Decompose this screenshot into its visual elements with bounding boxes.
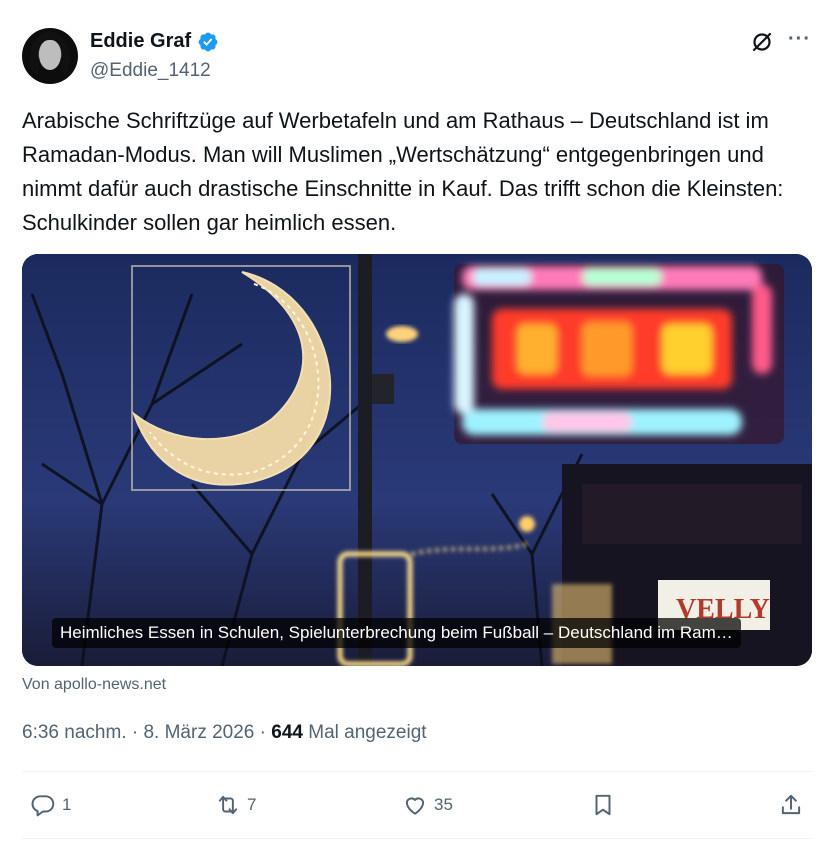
like-count: 35 bbox=[434, 795, 453, 814]
like-button[interactable]: 35 bbox=[402, 792, 453, 818]
repost-button[interactable]: 7 bbox=[215, 792, 256, 818]
author-handle[interactable]: @Eddie_1412 bbox=[90, 60, 211, 82]
author-name-row: Eddie Graf bbox=[90, 30, 219, 53]
tweet-meta: 6:36 nachm. · 8. März 2026 · 644 Mal ang… bbox=[22, 722, 427, 744]
meta-separator: · bbox=[259, 722, 266, 743]
action-bar: 1 7 35 bbox=[22, 792, 812, 824]
verified-badge-icon bbox=[198, 32, 218, 51]
divider bbox=[22, 838, 812, 839]
views-count: 644 bbox=[271, 722, 303, 743]
meta-separator: · bbox=[131, 722, 139, 743]
author-display-name[interactable]: Eddie Graf bbox=[90, 30, 191, 53]
repost-icon bbox=[218, 795, 238, 815]
bookmark-button[interactable] bbox=[590, 792, 616, 818]
tweet-time[interactable]: 6:36 nachm. bbox=[22, 722, 127, 743]
card-image: VELLY bbox=[22, 254, 812, 666]
tweet-date[interactable]: 8. März 2026 bbox=[143, 722, 254, 743]
heart-icon bbox=[405, 797, 425, 815]
avatar[interactable] bbox=[22, 28, 78, 84]
link-card[interactable]: VELLY Heimliches Essen in Schulen, Spiel… bbox=[22, 254, 812, 666]
card-source[interactable]: Von apollo-news.net bbox=[22, 676, 166, 694]
repost-count: 7 bbox=[247, 795, 257, 814]
tweet-text: Arabische Schriftzüge auf Werbetafeln un… bbox=[22, 108, 784, 235]
reply-icon bbox=[31, 795, 55, 817]
reply-button[interactable]: 1 bbox=[30, 792, 71, 818]
share-button[interactable] bbox=[778, 792, 804, 818]
reply-count: 1 bbox=[62, 795, 72, 814]
divider bbox=[22, 771, 812, 772]
share-icon bbox=[781, 794, 801, 815]
bookmark-icon bbox=[595, 794, 611, 816]
grok-icon[interactable] bbox=[750, 30, 774, 54]
avatar-face bbox=[39, 40, 61, 70]
card-caption: Heimliches Essen in Schulen, Spielunterb… bbox=[52, 618, 741, 648]
more-options-icon[interactable]: ··· bbox=[788, 28, 811, 51]
views-label: Mal angezeigt bbox=[308, 722, 427, 743]
